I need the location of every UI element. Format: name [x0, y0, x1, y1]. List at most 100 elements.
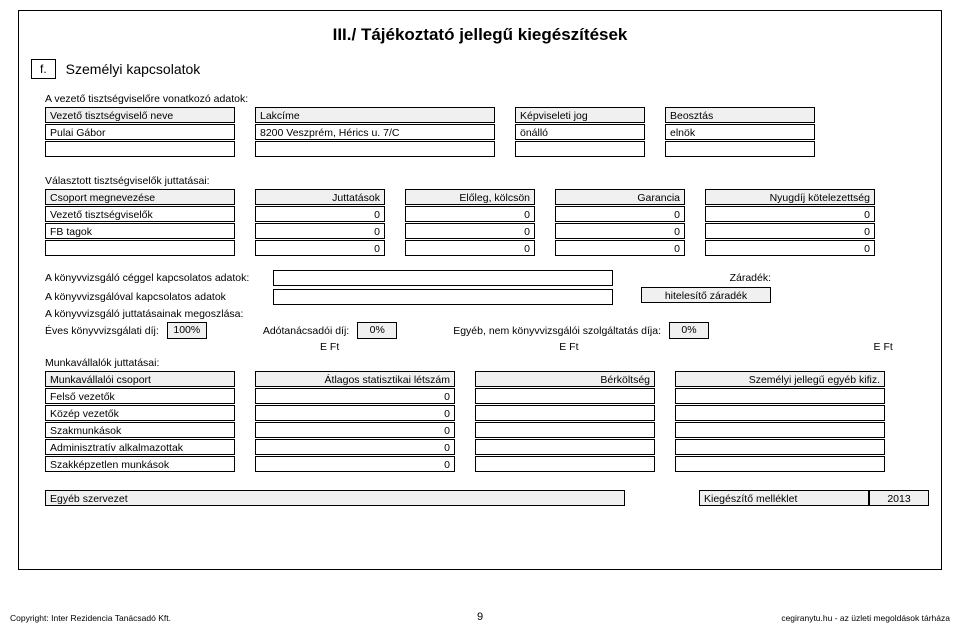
hdr-jut: Juttatások — [255, 189, 385, 205]
leader-row-empty — [45, 141, 929, 157]
cell-v: 0 — [555, 240, 685, 256]
cell-v: 0 — [255, 240, 385, 256]
emp-intro: Munkavállalók juttatásai: — [45, 357, 929, 369]
cell-emp-wage — [475, 388, 655, 404]
other-fee-value: 0% — [669, 322, 709, 339]
cell-v: 0 — [405, 206, 535, 222]
emp-headers: Munkavállalói csoport Átlagos statisztik… — [45, 371, 929, 387]
auditor-line-2: A könyvvizsgálóval kapcsolatos adatok hi… — [45, 287, 929, 306]
hdr-leader-name: Vezető tisztségviselő neve — [45, 107, 235, 123]
tax-fee-value: 0% — [357, 322, 397, 339]
cell-emp-group: Szakképzetlen munkások — [45, 456, 235, 472]
emp-row-0: Felső vezetők 0 — [45, 388, 929, 404]
cell-emp-wage — [475, 439, 655, 455]
hdr-emp-other: Személyi jellegű egyéb kifiz. — [675, 371, 885, 387]
emp-row-1: Közép vezetők 0 — [45, 405, 929, 421]
cell-group: Vezető tisztségviselők — [45, 206, 235, 222]
elected-row-2: 0 0 0 0 — [45, 240, 929, 256]
cell-v: 0 — [705, 223, 875, 239]
cell-emp-wage — [475, 405, 655, 421]
egyeb-attachment: Kiegészítő melléklet — [699, 490, 869, 506]
cell-emp-avg: 0 — [255, 405, 455, 421]
other-fee-label: Egyéb, nem könyvvizsgálói szolgáltatás d… — [453, 325, 661, 337]
cell-v: 0 — [255, 206, 385, 222]
hdr-leader-addr: Lakcíme — [255, 107, 495, 123]
page-title: III./ Tájékoztató jellegű kiegészítések — [31, 25, 929, 45]
cell-emp-avg: 0 — [255, 456, 455, 472]
auditor-fees-intro: A könyvvizsgáló juttatásainak megoszlása… — [45, 308, 929, 320]
cell-v: 0 — [405, 223, 535, 239]
emp-row-2: Szakmunkások 0 — [45, 422, 929, 438]
auditor-line-1: A könyvvizsgáló céggel kapcsolatos adato… — [45, 270, 929, 286]
hdr-emp-wage: Bérköltség — [475, 371, 655, 387]
page-frame: III./ Tájékoztató jellegű kiegészítések … — [18, 10, 942, 570]
page-number: 9 — [477, 611, 483, 623]
section-heading: Személyi kapcsolatok — [66, 61, 201, 77]
cell-emp-group: Felső vezetők — [45, 388, 235, 404]
elected-row-1: FB tagok 0 0 0 0 — [45, 223, 929, 239]
val-leader-pos: elnök — [665, 124, 815, 140]
auditor-person-label: A könyvvizsgálóval kapcsolatos adatok — [45, 291, 255, 303]
cell-emp-other — [675, 405, 885, 421]
zaradek-label: Záradék: — [631, 272, 771, 284]
tax-fee-label: Adótanácsadói díj: — [263, 325, 349, 337]
cell-emp-avg: 0 — [255, 439, 455, 455]
hdr-loan: Előleg, kölcsön — [405, 189, 535, 205]
val-leader-addr: 8200 Veszprém, Hérics u. 7/C — [255, 124, 495, 140]
cell-group: FB tagok — [45, 223, 235, 239]
cell-v: 0 — [705, 206, 875, 222]
egyeb-row: Egyéb szervezet Kiegészítő melléklet 201… — [45, 490, 929, 506]
hdr-leader-pos: Beosztás — [665, 107, 815, 123]
cell-emp-group: Közép vezetők — [45, 405, 235, 421]
elected-intro: Választott tisztségviselők juttatásai: — [45, 175, 929, 187]
emp-row-3: Adminisztratív alkalmazottak 0 — [45, 439, 929, 455]
auditor-company-label: A könyvvizsgáló céggel kapcsolatos adato… — [45, 272, 255, 284]
cell-emp-group: Adminisztratív alkalmazottak — [45, 439, 235, 455]
footer-copyright: Copyright: Inter Rezidencia Tanácsadó Kf… — [10, 613, 171, 623]
egyeb-title: Egyéb szervezet — [45, 490, 625, 506]
cell-emp-other — [675, 422, 885, 438]
annual-fee-label: Éves könyvvizsgálati díj: — [45, 325, 159, 337]
elected-headers: Csoport megnevezése Juttatások Előleg, k… — [45, 189, 929, 205]
hdr-gar: Garancia — [555, 189, 685, 205]
section-header: f. Személyi kapcsolatok — [31, 59, 929, 79]
cell-emp-avg: 0 — [255, 388, 455, 404]
eft-line: E Ft E Ft E Ft — [45, 341, 929, 353]
val-leader-rep: önálló — [515, 124, 645, 140]
cell-emp-wage — [475, 456, 655, 472]
cell-v: 0 — [555, 206, 685, 222]
eft-3: E Ft — [874, 341, 893, 353]
auditor-person-field — [273, 289, 613, 305]
blank-cell — [45, 141, 235, 157]
cell-group — [45, 240, 235, 256]
cell-v: 0 — [555, 223, 685, 239]
hdr-leader-rep: Képviseleti jog — [515, 107, 645, 123]
leader-headers: Vezető tisztségviselő neve Lakcíme Képvi… — [45, 107, 929, 123]
zaradek-value: hitelesítő záradék — [641, 287, 771, 303]
leader-row: Pulai Gábor 8200 Veszprém, Hérics u. 7/C… — [45, 124, 929, 140]
cell-v: 0 — [705, 240, 875, 256]
footer-site: cegiranytu.hu - az üzleti megoldások tár… — [781, 613, 950, 623]
blank-cell — [665, 141, 815, 157]
cell-emp-other — [675, 456, 885, 472]
cell-emp-other — [675, 439, 885, 455]
emp-row-4: Szakképzetlen munkások 0 — [45, 456, 929, 472]
hdr-emp-avg: Átlagos statisztikai létszám — [255, 371, 455, 387]
auditor-company-field — [273, 270, 613, 286]
egyeb-year: 2013 — [869, 490, 929, 506]
section-letter: f. — [31, 59, 56, 79]
hdr-group: Csoport megnevezése — [45, 189, 235, 205]
cell-emp-wage — [475, 422, 655, 438]
cell-emp-group: Szakmunkások — [45, 422, 235, 438]
leader-intro: A vezető tisztségviselőre vonatkozó adat… — [45, 93, 929, 105]
cell-emp-other — [675, 388, 885, 404]
hdr-pension: Nyugdíj kötelezettség — [705, 189, 875, 205]
annual-fee-value: 100% — [167, 322, 207, 339]
auditor-fees: Éves könyvvizsgálati díj: 100% Adótanács… — [45, 322, 929, 339]
cell-v: 0 — [405, 240, 535, 256]
val-leader-name: Pulai Gábor — [45, 124, 235, 140]
eft-2: E Ft — [559, 341, 578, 353]
hdr-emp-group: Munkavállalói csoport — [45, 371, 235, 387]
cell-v: 0 — [255, 223, 385, 239]
blank-cell — [255, 141, 495, 157]
